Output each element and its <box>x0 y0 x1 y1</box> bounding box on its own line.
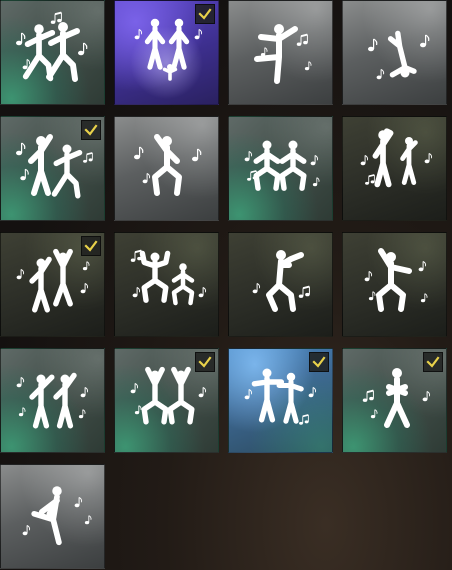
duo-squat-dance-icon <box>244 140 320 191</box>
emote-tile[interactable] <box>228 348 333 453</box>
disco-point-icon <box>364 248 428 312</box>
emote-tile[interactable] <box>228 0 333 105</box>
two-dancers-icon <box>16 11 88 82</box>
emote-tile[interactable] <box>342 0 447 105</box>
emote-tile[interactable] <box>114 232 219 337</box>
selected-check-badge <box>309 352 329 372</box>
checkmark-icon <box>198 8 212 20</box>
selected-check-badge <box>423 352 443 372</box>
selected-check-badge <box>81 120 101 140</box>
selected-check-badge <box>195 4 215 24</box>
duo-disco-point-icon <box>16 372 89 429</box>
emote-tile[interactable] <box>114 348 219 453</box>
checkmark-icon <box>84 124 98 136</box>
checkmark-icon <box>84 240 98 252</box>
emote-tile[interactable] <box>114 116 219 221</box>
duo-salute-dance-icon <box>360 128 433 188</box>
emote-tile[interactable] <box>114 0 219 105</box>
arabesque-pose-icon <box>254 24 312 84</box>
emote-tile[interactable] <box>228 116 333 221</box>
selected-check-badge <box>195 352 215 372</box>
emote-tile[interactable] <box>0 232 105 337</box>
leg-stretch-icon <box>22 486 92 546</box>
emote-tile[interactable] <box>0 464 105 569</box>
emote-grid <box>0 0 452 570</box>
duo-flex-squat-icon <box>130 249 207 306</box>
checkmark-icon <box>312 356 326 368</box>
checkmark-icon <box>198 356 212 368</box>
emote-tile[interactable] <box>0 0 105 105</box>
breakdance-freeze-icon <box>368 30 430 80</box>
flute-player-icon <box>252 250 310 312</box>
selected-check-badge <box>81 236 101 256</box>
emote-tile[interactable] <box>0 116 105 221</box>
checkmark-icon <box>426 356 440 368</box>
single-point-dance-icon <box>134 134 202 196</box>
emote-tile[interactable] <box>228 232 333 337</box>
emote-tile[interactable] <box>342 232 447 337</box>
emote-tile[interactable] <box>342 348 447 453</box>
emote-tile[interactable] <box>0 348 105 453</box>
emote-tile[interactable] <box>342 116 447 221</box>
